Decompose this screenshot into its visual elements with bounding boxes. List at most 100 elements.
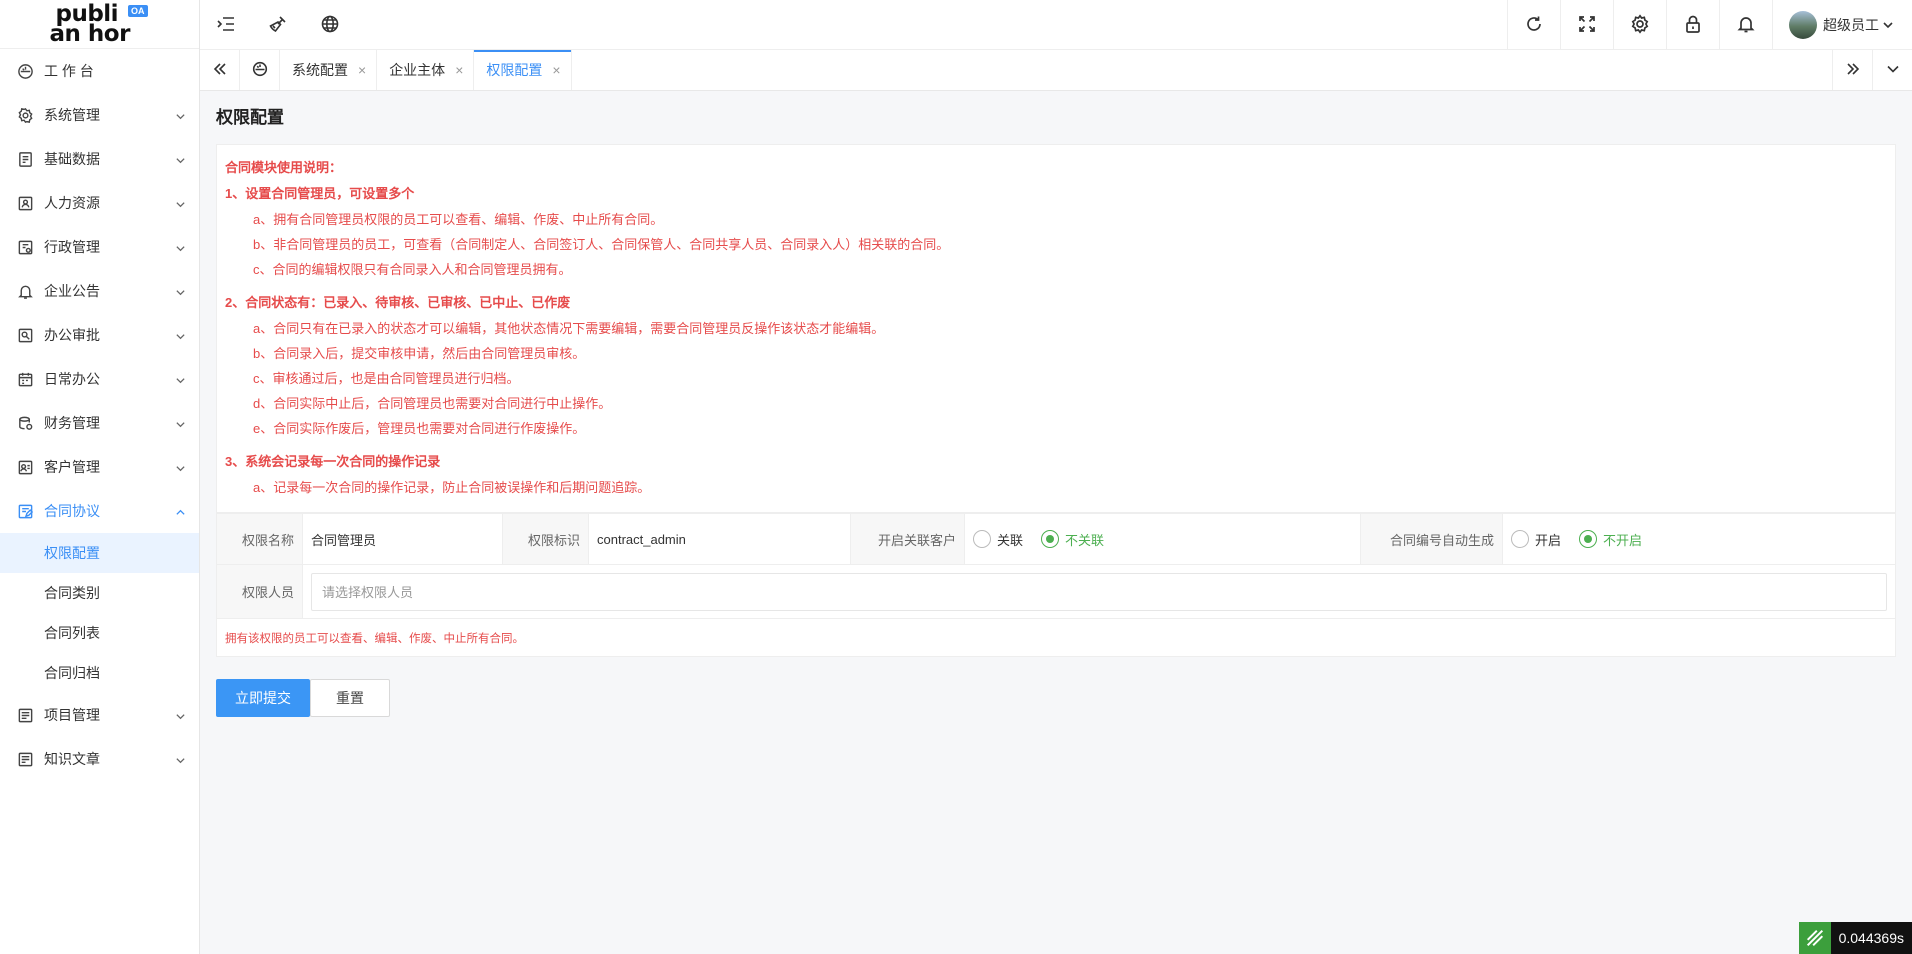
sidebar-item-label: 办公审批 (44, 327, 100, 343)
form-row-main: 权限名称 合同管理员 权限标识 contract_admin 开启关联客户 关联… (217, 513, 1895, 564)
tab-label: 企业主体 (389, 62, 446, 78)
radio-auto-number-off[interactable]: 不开启 (1579, 530, 1642, 549)
auto-number-label: 合同编号自动生成 (1361, 514, 1503, 564)
permission-tip: 拥有该权限的员工可以查看、编辑、作废、中止所有合同。 (217, 618, 1895, 656)
tab-label: 权限配置 (486, 62, 543, 78)
language-button[interactable] (304, 0, 356, 50)
refresh-icon (1524, 14, 1544, 37)
lock-screen-button[interactable] (1666, 0, 1719, 50)
sidebar-item-system[interactable]: 系统管理 (0, 93, 199, 137)
permission-key-field[interactable]: contract_admin (589, 514, 851, 564)
notice-section-title: 3、系统会记录每一次合同的操作记录 (225, 454, 441, 469)
menu-fold-icon (216, 14, 236, 37)
approval-icon (16, 326, 34, 344)
tab-system-config[interactable]: 系统配置 × (280, 50, 378, 90)
sidebar-item-hr[interactable]: 人力资源 (0, 181, 199, 225)
tab-label: 系统配置 (292, 62, 348, 78)
chevron-down-icon (175, 109, 185, 120)
double-chevron-right-icon (1845, 61, 1861, 80)
close-icon[interactable]: × (358, 62, 366, 78)
submit-button[interactable]: 立即提交 (216, 679, 310, 717)
sidebar-item-label: 系统管理 (44, 107, 100, 123)
tabs-scroll-right-button[interactable] (1832, 50, 1872, 90)
notice-line: a、记录每一次合同的操作记录，防止合同被误操作和后期问题追踪。 (253, 480, 651, 495)
chevron-down-icon (175, 285, 185, 296)
sidebar-item-basic-data[interactable]: 基础数据 (0, 137, 199, 181)
logo-badge: OA (128, 5, 148, 17)
main-content: 权限配置 合同模块使用说明： 1、设置合同管理员，可设置多个 a、拥有合同管理员… (216, 92, 1896, 717)
contract-icon (16, 502, 34, 520)
fullscreen-button[interactable] (1560, 0, 1613, 50)
debug-timer-badge[interactable]: 0.044369s (1798, 922, 1912, 954)
calendar-icon (16, 370, 34, 388)
sidebar-item-finance[interactable]: 财务管理 (0, 401, 199, 445)
sidebar-item-article[interactable]: 知识文章 (0, 737, 199, 781)
close-icon[interactable]: × (455, 62, 463, 78)
chevron-down-icon (175, 417, 185, 428)
chevron-down-icon (175, 329, 185, 340)
link-customer-radio-group: 关联 不关联 (965, 514, 1361, 564)
radio-no-link-customer[interactable]: 不关联 (1041, 530, 1104, 549)
sidebar-item-contract[interactable]: 合同协议 (0, 489, 199, 533)
tab-permission-config[interactable]: 权限配置 × (474, 50, 572, 90)
sidebar-item-approval[interactable]: 办公审批 (0, 313, 199, 357)
sidebar-item-label: 客户管理 (44, 459, 100, 475)
chevron-down-icon (1885, 61, 1901, 80)
avatar (1789, 11, 1817, 39)
notifications-button[interactable] (1719, 0, 1772, 50)
radio-label: 不关联 (1065, 532, 1105, 548)
tab-home[interactable] (240, 50, 280, 90)
chevron-down-icon (175, 753, 185, 764)
radio-circle (973, 530, 991, 548)
gear-icon (1630, 13, 1650, 37)
logo-line2: an hor (49, 21, 131, 47)
reset-button[interactable]: 重置 (310, 679, 390, 717)
settings-button[interactable] (1613, 0, 1666, 50)
usage-notice: 合同模块使用说明： 1、设置合同管理员，可设置多个 a、拥有合同管理员权限的员工… (216, 144, 1896, 513)
notice-heading: 合同模块使用说明： (225, 160, 343, 175)
sidebar-subitem-contract-category[interactable]: 合同类别 (0, 573, 199, 613)
tabs-dropdown-button[interactable] (1872, 50, 1912, 90)
sidebar-item-label: 合同协议 (44, 503, 100, 519)
permission-name-field[interactable]: 合同管理员 (303, 514, 503, 564)
notice-line: c、合同的编辑权限只有合同录入人和合同管理员拥有。 (253, 262, 572, 277)
customer-icon (16, 458, 34, 476)
radio-link-customer[interactable]: 关联 (973, 530, 1023, 549)
project-icon (16, 706, 34, 724)
sidebar-item-label: 知识文章 (44, 751, 100, 767)
dashboard-icon (252, 61, 268, 80)
chevron-down-icon (175, 461, 185, 472)
article-icon (16, 750, 34, 768)
notice-line: a、拥有合同管理员权限的员工可以查看、编辑、作废、中止所有合同。 (253, 212, 664, 227)
sidebar-subitem-contract-list[interactable]: 合同列表 (0, 613, 199, 653)
close-icon[interactable]: × (552, 62, 560, 78)
dashboard-icon (16, 62, 34, 80)
tab-enterprise-entity[interactable]: 企业主体 × (377, 50, 475, 90)
radio-circle (1579, 530, 1598, 548)
auto-number-radio-group: 开启 不开启 (1503, 514, 1895, 564)
clear-cache-button[interactable] (252, 0, 304, 50)
radio-label: 不开启 (1603, 532, 1643, 548)
chevron-down-icon (175, 709, 185, 720)
notice-line: b、非合同管理员的员工，可查看（合同制定人、合同签订人、合同保管人、合同共享人员… (253, 237, 950, 252)
radio-auto-number-on[interactable]: 开启 (1511, 530, 1561, 549)
sidebar-subitem-contract-archive[interactable]: 合同归档 (0, 653, 199, 693)
user-menu[interactable]: 超级员工 (1772, 0, 1912, 50)
chevron-down-icon (175, 373, 185, 384)
refresh-button[interactable] (1507, 0, 1560, 50)
sidebar-item-project[interactable]: 项目管理 (0, 693, 199, 737)
radio-label: 开启 (1535, 532, 1562, 548)
sidebar-item-daily-office[interactable]: 日常办公 (0, 357, 199, 401)
collapse-menu-button[interactable] (200, 0, 252, 50)
sidebar-item-announcement[interactable]: 企业公告 (0, 269, 199, 313)
sidebar-item-admin[interactable]: 行政管理 (0, 225, 199, 269)
permission-key-label: 权限标识 (503, 514, 589, 564)
sidebar-subitem-permission-config[interactable]: 权限配置 (0, 533, 199, 573)
sidebar-item-label: 财务管理 (44, 415, 100, 431)
sidebar-item-dashboard[interactable]: 工 作 台 (0, 49, 199, 93)
members-picker[interactable]: 请选择权限人员 (311, 572, 1887, 611)
tabs-scroll-left-button[interactable] (200, 50, 240, 90)
notice-line: e、合同实际作废后，管理员也需要对合同进行作废操作。 (253, 421, 586, 436)
app-logo[interactable]: publi an hor OA (0, 0, 199, 49)
sidebar-item-customer[interactable]: 客户管理 (0, 445, 199, 489)
